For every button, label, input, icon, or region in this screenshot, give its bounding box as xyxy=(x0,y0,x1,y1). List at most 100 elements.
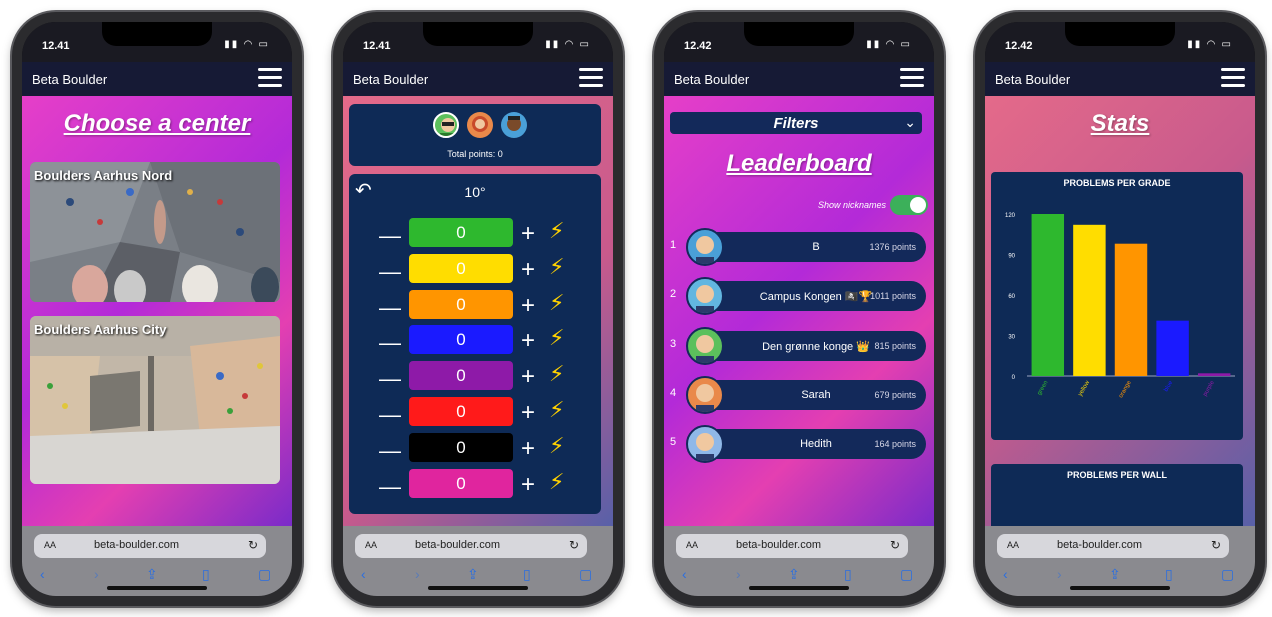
plus-icon[interactable]: + xyxy=(521,399,535,427)
plus-icon[interactable]: + xyxy=(521,256,535,284)
minus-icon[interactable]: — xyxy=(379,295,401,321)
grade-count[interactable]: 0 xyxy=(409,432,513,462)
x-tick-label: green xyxy=(1037,380,1050,396)
forward-icon[interactable]: › xyxy=(736,566,741,582)
url-bar[interactable]: AA beta-boulder.com ↻ xyxy=(34,534,266,558)
bar-green[interactable] xyxy=(1031,214,1065,376)
back-icon[interactable]: ‹ xyxy=(682,566,687,582)
grade-count[interactable]: 0 xyxy=(409,218,513,247)
forward-icon[interactable]: › xyxy=(1057,566,1062,582)
app-title[interactable]: Beta Boulder xyxy=(353,72,428,87)
bookmarks-icon[interactable]: ▯ xyxy=(202,566,210,583)
url-bar[interactable]: AA beta-boulder.com ↻ xyxy=(676,534,908,558)
text-size-button[interactable]: AA xyxy=(365,540,377,550)
leaderboard-row[interactable]: 5 Hedith 164 points xyxy=(664,425,934,464)
minus-icon[interactable]: — xyxy=(379,366,401,392)
text-size-button[interactable]: AA xyxy=(44,540,56,550)
share-icon[interactable]: ⇪ xyxy=(788,566,800,583)
leaderboard-row[interactable]: 4 Sarah 679 points xyxy=(664,375,934,414)
bar-yellow[interactable] xyxy=(1073,224,1106,376)
forward-icon[interactable]: › xyxy=(415,566,420,582)
grade-count[interactable]: 0 xyxy=(409,289,513,319)
climber-avatar[interactable] xyxy=(433,112,459,138)
grades-panel: ↶ 10° —0 + ⚡ —0 + ⚡ —0 + ⚡ —0 + ⚡ —0 + ⚡ —0 + ⚡ —0 + ⚡ —0 + ⚡ xyxy=(349,174,601,514)
filters-dropdown[interactable]: Filters ⌄ xyxy=(670,112,922,134)
flash-icon[interactable]: ⚡ xyxy=(549,397,564,423)
url-text: beta-boulder.com xyxy=(1057,539,1142,551)
flash-icon[interactable]: ⚡ xyxy=(549,218,564,244)
url-text: beta-boulder.com xyxy=(736,539,821,551)
reload-icon[interactable]: ↻ xyxy=(890,538,900,552)
flash-icon[interactable]: ⚡ xyxy=(549,361,564,387)
leaderboard-row[interactable]: 2 Campus Kongen 🏴‍☠️🏆 1011 points xyxy=(664,277,934,316)
climber-avatar[interactable] xyxy=(467,112,493,138)
grade-count[interactable]: 0 xyxy=(409,361,513,391)
back-icon[interactable]: ‹ xyxy=(361,566,366,582)
plus-icon[interactable]: + xyxy=(521,471,535,499)
hamburger-menu-icon[interactable] xyxy=(258,68,282,90)
plus-icon[interactable]: + xyxy=(521,292,535,320)
hamburger-menu-icon[interactable] xyxy=(900,68,924,90)
signal-wifi-battery-icon: ▮▮ ◠ ▭ xyxy=(545,39,591,50)
tabs-icon[interactable]: ▢ xyxy=(579,566,592,583)
share-icon[interactable]: ⇪ xyxy=(146,566,158,583)
plus-icon[interactable]: + xyxy=(521,220,535,248)
x-tick-label: blue xyxy=(1163,379,1174,392)
filters-label: Filters xyxy=(773,115,819,132)
bar-purple[interactable] xyxy=(1197,373,1231,376)
minus-icon[interactable]: — xyxy=(379,474,401,500)
grade-count[interactable]: 0 xyxy=(409,253,513,283)
bookmarks-icon[interactable]: ▯ xyxy=(523,566,531,583)
url-text: beta-boulder.com xyxy=(415,539,500,551)
reload-icon[interactable]: ↻ xyxy=(569,538,579,552)
app-title[interactable]: Beta Boulder xyxy=(674,72,749,87)
plus-icon[interactable]: + xyxy=(521,327,535,355)
center-card-aarhus-nord[interactable]: Boulders Aarhus Nord xyxy=(30,162,280,302)
tabs-icon[interactable]: ▢ xyxy=(900,566,913,583)
leaderboard-row[interactable]: 1 B 1376 points xyxy=(664,228,934,266)
hamburger-menu-icon[interactable] xyxy=(579,68,603,90)
plus-icon[interactable]: + xyxy=(521,435,535,463)
reload-icon[interactable]: ↻ xyxy=(1211,538,1221,552)
minus-icon[interactable]: — xyxy=(379,223,401,249)
leaderboard-row[interactable]: 3 Den grønne konge 👑 815 points xyxy=(664,326,934,365)
minus-icon[interactable]: — xyxy=(379,259,401,285)
grade-count[interactable]: 0 xyxy=(409,397,513,426)
share-icon[interactable]: ⇪ xyxy=(467,566,479,583)
grade-count[interactable]: 0 xyxy=(409,325,513,355)
tabs-icon[interactable]: ▢ xyxy=(258,566,271,583)
reload-icon[interactable]: ↻ xyxy=(248,538,258,552)
app-title[interactable]: Beta Boulder xyxy=(32,72,107,87)
bar-orange[interactable] xyxy=(1114,243,1148,376)
flash-icon[interactable]: ⚡ xyxy=(549,325,564,351)
leaderboard-pill: Den grønne konge 👑 815 points xyxy=(690,330,926,361)
back-icon[interactable]: ‹ xyxy=(1003,566,1008,582)
url-bar[interactable]: AA beta-boulder.com ↻ xyxy=(997,534,1229,558)
show-nicknames-toggle[interactable] xyxy=(890,195,928,215)
bar-blue[interactable] xyxy=(1156,320,1189,376)
tabs-icon[interactable]: ▢ xyxy=(1221,566,1234,583)
flash-icon[interactable]: ⚡ xyxy=(549,433,564,459)
hamburger-menu-icon[interactable] xyxy=(1221,68,1245,90)
climber-avatar[interactable] xyxy=(501,112,527,138)
app-title[interactable]: Beta Boulder xyxy=(995,72,1070,87)
minus-icon[interactable]: — xyxy=(379,438,401,464)
text-size-button[interactable]: AA xyxy=(1007,540,1019,550)
back-icon[interactable]: ‹ xyxy=(40,566,45,582)
minus-icon[interactable]: — xyxy=(379,330,401,356)
grade-count[interactable]: 0 xyxy=(409,468,513,498)
share-icon[interactable]: ⇪ xyxy=(1109,566,1121,583)
center-card-aarhus-city[interactable]: Boulders Aarhus City xyxy=(30,316,280,484)
forward-icon[interactable]: › xyxy=(94,566,99,582)
bookmarks-icon[interactable]: ▯ xyxy=(844,566,852,583)
notch xyxy=(423,22,533,46)
flash-icon[interactable]: ⚡ xyxy=(549,469,564,495)
bookmarks-icon[interactable]: ▯ xyxy=(1165,566,1173,583)
flash-icon[interactable]: ⚡ xyxy=(549,254,564,280)
flash-icon[interactable]: ⚡ xyxy=(549,290,564,316)
text-size-button[interactable]: AA xyxy=(686,540,698,550)
minus-icon[interactable]: — xyxy=(379,402,401,428)
grade-row: — 0 + ⚡ xyxy=(349,325,601,355)
url-bar[interactable]: AA beta-boulder.com ↻ xyxy=(355,534,587,558)
plus-icon[interactable]: + xyxy=(521,363,535,391)
